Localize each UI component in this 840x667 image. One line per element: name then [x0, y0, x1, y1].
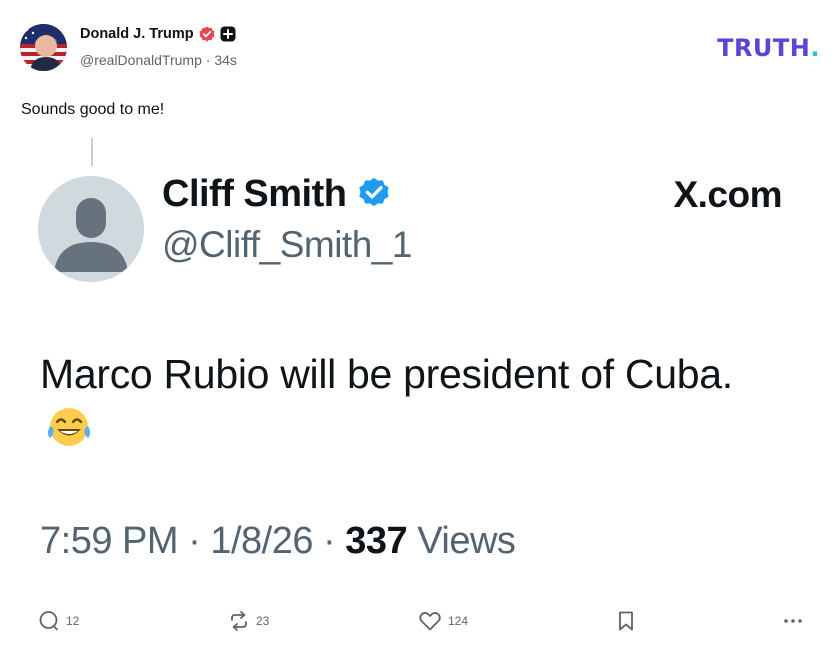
x-source-label: X.com	[673, 174, 782, 215]
avatar-image	[20, 24, 67, 71]
meta-separator: ·	[323, 520, 336, 562]
logo-text: TRUTH	[717, 34, 811, 62]
embedded-name-row: Cliff Smith	[162, 172, 394, 217]
default-avatar-icon	[38, 176, 144, 282]
reply-icon	[39, 611, 58, 631]
reply-button[interactable]: 12	[38, 610, 79, 632]
post-action-bar: 12 23 124	[38, 610, 808, 640]
post-header: Donald J. Trump @realDonaldTrump · 34s T…	[20, 22, 820, 74]
embedded-tweet-meta: 7:59 PM · 1/8/26 · 337 Views	[40, 520, 516, 563]
author-handle-row: @realDonaldTrump · 34s	[80, 52, 237, 68]
views-label: Views	[417, 520, 516, 562]
author-name[interactable]: Donald J. Trump	[80, 26, 194, 42]
post-text: Sounds good to me!	[21, 101, 165, 118]
bookmark-icon	[619, 611, 633, 631]
like-count: 124	[448, 614, 469, 628]
ellipsis-icon	[784, 619, 802, 623]
face-with-tears-of-joy-emoji	[46, 404, 92, 450]
meta-separator: ·	[188, 520, 201, 562]
verified-badge-icon	[199, 26, 215, 42]
embedded-tweet-text: Marco Rubio will be president of Cuba.	[40, 351, 733, 397]
retruth-count: 23	[256, 614, 270, 628]
tweet-date: 1/8/26	[210, 520, 313, 562]
embedded-author-handle: @Cliff_Smith_1	[162, 224, 412, 265]
retruth-icon	[231, 611, 247, 631]
separator-dot: ·	[205, 52, 211, 68]
logo-dot: .	[810, 34, 820, 62]
post-time[interactable]: 34s	[214, 52, 237, 68]
plus-badge-icon	[220, 26, 236, 42]
thread-connector	[91, 138, 93, 166]
reply-count: 12	[66, 614, 80, 628]
heart-icon	[419, 612, 441, 631]
like-button[interactable]: 124	[418, 610, 468, 632]
embedded-avatar	[38, 176, 144, 282]
more-options-button[interactable]	[782, 610, 804, 632]
embedded-author-name: Cliff Smith	[162, 173, 347, 215]
author-handle[interactable]: @realDonaldTrump	[80, 52, 202, 68]
tweet-time: 7:59 PM	[40, 520, 179, 562]
bookmark-button[interactable]	[616, 610, 636, 632]
truth-social-logo[interactable]: TRUTH.	[717, 34, 820, 62]
views-count: 337	[345, 520, 408, 562]
x-verified-badge-icon	[354, 172, 394, 217]
author-name-row: Donald J. Trump	[80, 26, 236, 42]
embedded-tweet-body: Marco Rubio will be president of Cuba.	[40, 346, 740, 458]
author-avatar[interactable]	[20, 24, 67, 71]
retruth-button[interactable]: 23	[228, 610, 269, 632]
